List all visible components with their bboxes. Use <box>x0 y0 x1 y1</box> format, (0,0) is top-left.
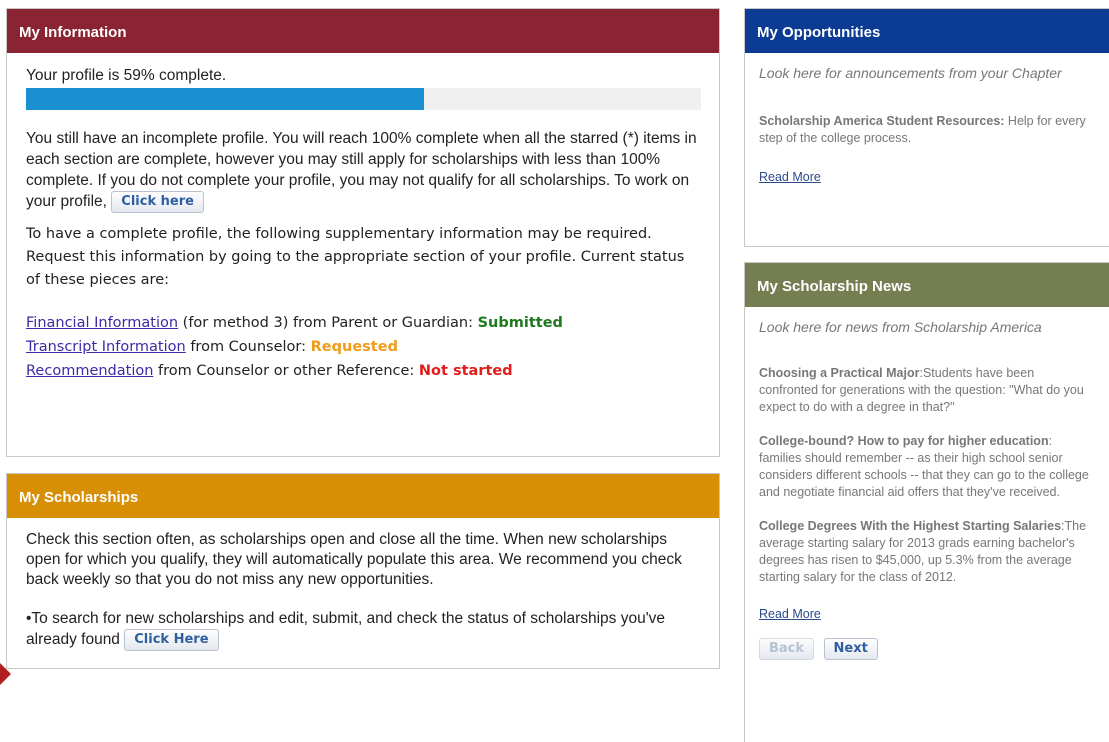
supplementary-items-list: Financial Information (for method 3) fro… <box>26 311 700 383</box>
transcript-information-desc: from Counselor: <box>185 339 311 355</box>
my-scholarship-news-panel: My Scholarship News Look here for news f… <box>744 262 1109 742</box>
news-article: College-bound? How to pay for higher edu… <box>759 433 1095 501</box>
opportunity-item-title: Scholarship America Student Resources: <box>759 114 1005 128</box>
my-opportunities-panel: My Opportunities Look here for announcem… <box>744 8 1109 247</box>
status-badge: Not started <box>418 363 513 379</box>
transcript-information-link[interactable]: Transcript Information <box>26 339 186 355</box>
my-scholarship-news-header: My Scholarship News <box>745 263 1109 307</box>
my-opportunities-header: My Opportunities <box>745 9 1109 53</box>
news-article-title: College Degrees With the Highest Startin… <box>759 519 1062 533</box>
opportunity-item: Scholarship America Student Resources: H… <box>759 113 1095 147</box>
financial-information-desc: (for method 3) from Parent or Guardian: <box>178 315 478 331</box>
supplementary-item-recommendation: Recommendation from Counselor or other R… <box>26 359 700 383</box>
search-scholarships-button[interactable]: Click Here <box>124 629 219 651</box>
recommendation-link[interactable]: Recommendation <box>26 363 153 379</box>
financial-information-link[interactable]: Financial Information <box>26 315 178 331</box>
news-back-button[interactable]: Back <box>759 638 815 660</box>
profile-progress-bar <box>26 88 701 110</box>
supplementary-item-transcript: Transcript Information from Counselor: R… <box>26 335 700 359</box>
profile-progress-text: Your profile is 59% complete. <box>26 67 227 84</box>
opportunities-intro: Look here for announcements from your Ch… <box>759 65 1062 81</box>
work-on-profile-button[interactable]: Click here <box>111 191 204 213</box>
status-badge: Submitted <box>477 315 563 331</box>
news-article-title: College-bound? How to pay for higher edu… <box>759 434 1049 448</box>
news-read-more-link[interactable]: Read More <box>759 607 821 621</box>
my-information-header: My Information <box>7 9 719 53</box>
status-badge: Requested <box>310 339 398 355</box>
news-pagination: Back Next <box>759 638 1095 660</box>
supplementary-info-text: To have a complete profile, the followin… <box>26 226 685 288</box>
news-article: Choosing a Practical Major:Students have… <box>759 365 1095 416</box>
news-intro: Look here for news from Scholarship Amer… <box>759 319 1042 335</box>
search-scholarships-message: •To search for new scholarships and edit… <box>26 609 700 651</box>
my-scholarships-panel: My Scholarships Check this section often… <box>6 473 720 669</box>
news-article: College Degrees With the Highest Startin… <box>759 518 1095 586</box>
scholarships-description: Check this section often, as scholarship… <box>26 531 682 588</box>
incomplete-profile-message: You still have an incomplete profile. Yo… <box>26 128 700 213</box>
opportunities-read-more-link[interactable]: Read More <box>759 170 821 184</box>
my-scholarships-header: My Scholarships <box>7 474 719 518</box>
search-scholarships-text: •To search for new scholarships and edit… <box>26 610 666 649</box>
recommendation-desc: from Counselor or other Reference: <box>153 363 419 379</box>
pointer-arrow-icon <box>0 663 11 685</box>
supplementary-item-financial: Financial Information (for method 3) fro… <box>26 311 700 335</box>
my-information-panel: My Information Your profile is 59% compl… <box>6 8 720 457</box>
news-next-button[interactable]: Next <box>823 638 878 660</box>
news-article-title: Choosing a Practical Major <box>759 366 920 380</box>
profile-progress-fill <box>26 88 425 110</box>
